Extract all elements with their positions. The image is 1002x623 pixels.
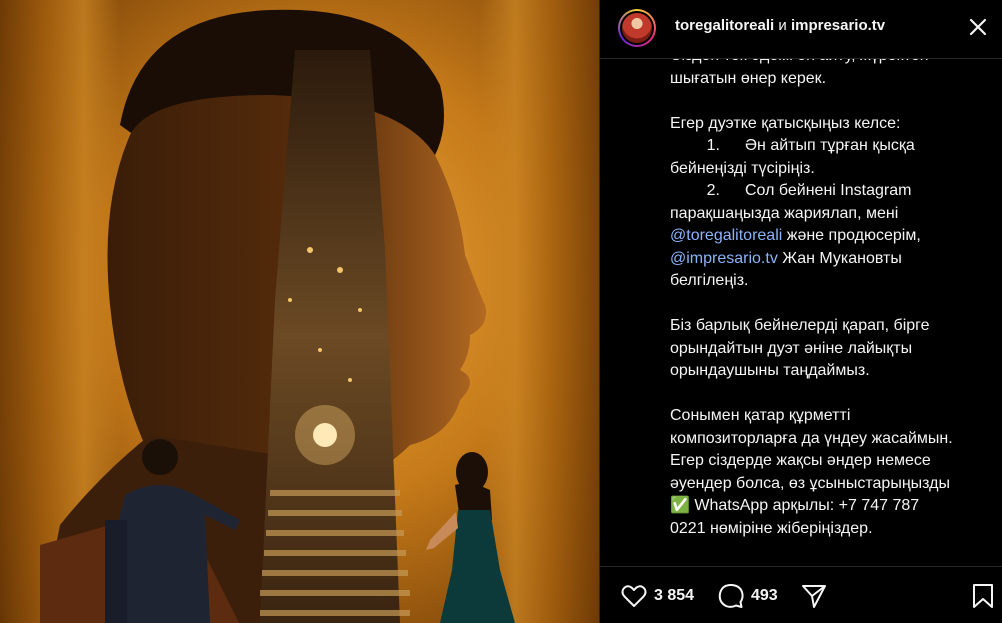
save-action[interactable] bbox=[969, 582, 997, 610]
caption-line: бейнеңізді түсіріңіз. bbox=[670, 159, 815, 177]
check-mark-emoji: ✅ bbox=[670, 497, 690, 514]
caption-line: шығатын өнер керек. bbox=[670, 69, 827, 87]
likes-count[interactable]: 3 854 bbox=[654, 587, 694, 605]
heart-icon[interactable] bbox=[620, 582, 648, 610]
man-in-suit bbox=[105, 439, 240, 623]
list-number: 1. bbox=[706, 137, 720, 154]
caption-list-item: 2. Сол бейнені Instagram bbox=[670, 180, 988, 203]
mention-link[interactable]: @toregalitoreali bbox=[670, 227, 782, 244]
author-link-2[interactable]: impresario.tv bbox=[791, 17, 885, 34]
profile-avatar[interactable] bbox=[618, 9, 656, 47]
caption-line: парақшаңызда жариялап, мені bbox=[670, 204, 899, 222]
caption-line: 0221 нөміріне жіберіңіздер. bbox=[670, 519, 873, 537]
caption-text: WhatsApp арқылы: +7 747 787 bbox=[689, 497, 920, 514]
caption-line: Біз барлық бейнелерді қарап, бірге bbox=[670, 317, 930, 334]
woman-in-dress bbox=[426, 452, 515, 623]
list-text: Сол бейнені Instagram bbox=[745, 182, 912, 199]
paper-plane-icon[interactable] bbox=[800, 582, 828, 610]
caption-line: Егер сіздерде жақсы әндер немесе bbox=[670, 452, 931, 469]
caption-line: әуендер болса, өз ұсыныстарыңызды bbox=[670, 474, 950, 492]
caption-line: ✅ WhatsApp арқылы: +7 747 787 bbox=[670, 495, 988, 518]
author-link-1[interactable]: toregalitoreali bbox=[675, 17, 774, 34]
caption-line: @impresario.tv Жан Мукановты bbox=[670, 248, 988, 271]
caption-list-item: 1. Ән айтып тұрған қысқа bbox=[670, 135, 988, 158]
close-x-icon[interactable] bbox=[965, 14, 991, 40]
post-authors: toregalitoreali и impresario.tv bbox=[675, 17, 885, 34]
caption-line: @toregalitoreali және продюсерім, bbox=[670, 225, 988, 248]
caption-line: орындайтын дуэт әніне лайықты bbox=[670, 339, 913, 357]
caption-line: Сонымен қатар құрметті bbox=[670, 407, 851, 424]
caption-line: белгілеңіз. bbox=[670, 272, 749, 289]
mention-link[interactable]: @impresario.tv bbox=[670, 250, 778, 267]
bookmark-icon[interactable] bbox=[969, 582, 997, 610]
post-header: toregalitoreali и impresario.tv bbox=[600, 0, 1002, 59]
post-image[interactable] bbox=[0, 0, 599, 623]
caption-text: және продюсерім, bbox=[782, 227, 921, 244]
caption-text: Жан Мукановты bbox=[777, 249, 902, 267]
caption-line: Егер дуэтке қатысқыңыз келсе: bbox=[670, 114, 901, 132]
post-caption: Сізден тек әдемі ән айту, жүректен шығат… bbox=[670, 45, 988, 560]
like-action[interactable]: 3 854 bbox=[620, 582, 694, 610]
caption-line: орындаушыны таңдаймыз. bbox=[670, 362, 870, 379]
caption-line: композиторларға да үндеу жасаймын. bbox=[670, 429, 953, 447]
share-action[interactable] bbox=[800, 582, 828, 610]
comment-bubble-icon[interactable] bbox=[717, 582, 745, 610]
theater-stage bbox=[260, 50, 410, 623]
post-actions-bar: 3 854 493 bbox=[600, 566, 1002, 623]
list-text: Ән айтып тұрған қысқа bbox=[745, 137, 915, 154]
comments-count[interactable]: 493 bbox=[751, 587, 778, 605]
list-number: 2. bbox=[706, 182, 720, 199]
authors-conjunction: и bbox=[778, 17, 787, 34]
post-details-panel: toregalitoreali и impresario.tv Сізден т… bbox=[599, 0, 1002, 623]
comment-action[interactable]: 493 bbox=[717, 582, 778, 610]
